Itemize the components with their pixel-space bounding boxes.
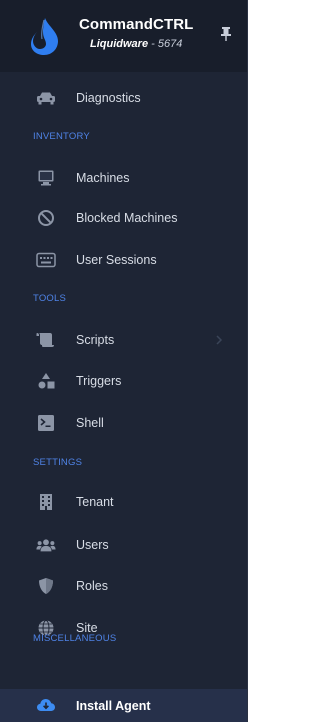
nav-item-label: Blocked Machines	[76, 211, 178, 225]
nav-item-label: Diagnostics	[76, 91, 141, 105]
nav-item-label: User Sessions	[76, 253, 157, 267]
nav-item-install-agent[interactable]: Install Agent	[0, 689, 247, 722]
ban-icon	[36, 209, 56, 227]
section-header-settings: SETTINGS	[33, 457, 83, 468]
tenant-separator: -	[148, 38, 158, 50]
sidebar: CommandCTRL Liquidware - 5674 Diagnostic…	[0, 0, 247, 722]
nav-item-blocked-machines[interactable]: Blocked Machines	[0, 200, 247, 236]
app-title: CommandCTRL	[79, 16, 194, 33]
nav-item-scripts[interactable]: Scripts	[0, 322, 247, 358]
chevron-right-icon	[216, 335, 223, 345]
nav-item-label: Tenant	[76, 495, 114, 509]
nav-item-label: Triggers	[76, 374, 122, 388]
desktop-icon	[36, 169, 56, 187]
nav-item-label: Machines	[76, 171, 130, 185]
tenant-name: Liquidware	[90, 38, 149, 50]
nav-item-triggers[interactable]: Triggers	[0, 363, 247, 399]
pin-icon[interactable]	[219, 26, 233, 42]
logo-icon	[31, 18, 58, 55]
keyboard-icon	[36, 251, 56, 269]
nav-item-users[interactable]: Users	[0, 527, 247, 563]
car-icon	[36, 89, 56, 107]
shield-icon	[36, 577, 56, 595]
nav-item-diagnostics[interactable]: Diagnostics	[0, 80, 247, 116]
nav-item-tenant[interactable]: Tenant	[0, 484, 247, 520]
cloud-download-icon	[36, 696, 56, 714]
section-header-inventory: INVENTORY	[33, 131, 90, 142]
nav-item-label: Scripts	[76, 333, 115, 347]
shapes-icon	[36, 372, 56, 390]
terminal-icon	[36, 414, 56, 432]
section-header-tools: TOOLS	[33, 293, 67, 304]
tenant-info: Liquidware - 5674	[90, 38, 182, 50]
nav-item-label: Shell	[76, 416, 104, 430]
nav-item-machines[interactable]: Machines	[0, 160, 247, 196]
users-icon	[36, 536, 56, 554]
nav-item-label: Users	[76, 538, 109, 552]
nav-item-user-sessions[interactable]: User Sessions	[0, 242, 247, 278]
section-header-miscellaneous: MISCELLANEOUS	[33, 633, 117, 644]
nav-item-label: Roles	[76, 579, 108, 593]
nav-item-shell[interactable]: Shell	[0, 405, 247, 441]
tenant-id: 5674	[157, 38, 183, 50]
building-icon	[36, 493, 56, 511]
sidebar-header: CommandCTRL Liquidware - 5674	[0, 0, 247, 72]
nav-item-roles[interactable]: Roles	[0, 568, 247, 604]
scroll-icon	[36, 331, 56, 349]
nav-item-label: Install Agent	[76, 698, 151, 713]
